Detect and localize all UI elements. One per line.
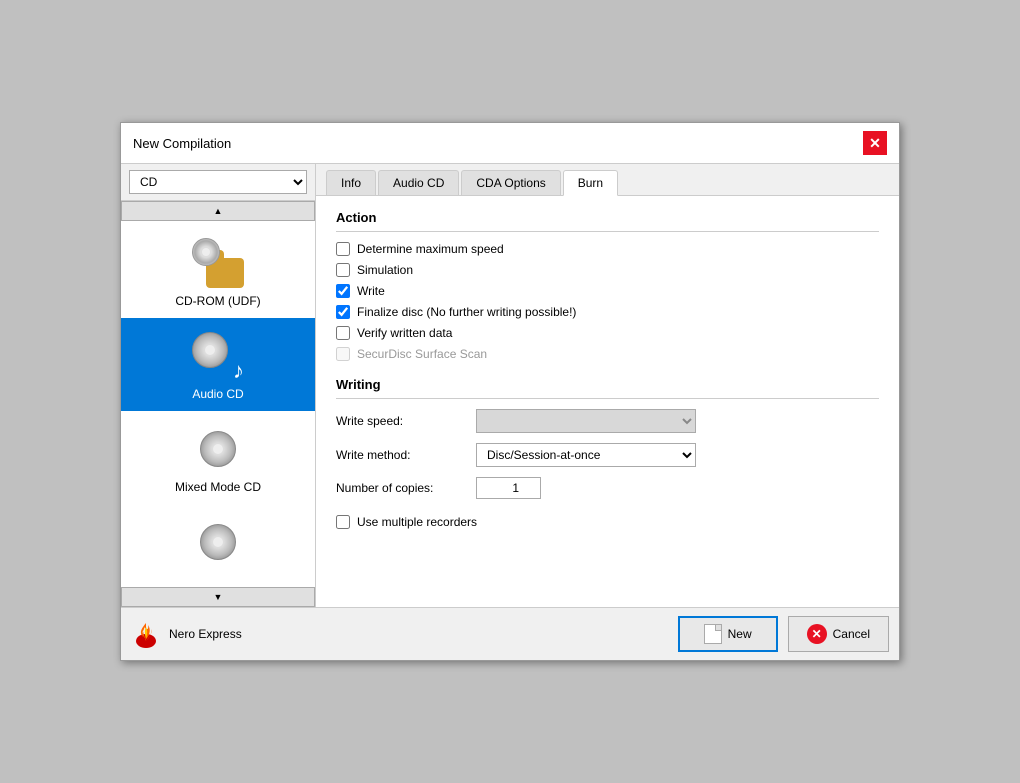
new-button[interactable]: New [678, 616, 778, 652]
close-button[interactable]: ✕ [863, 131, 887, 155]
write-method-select[interactable]: Disc/Session-at-once Track-at-once Packe… [476, 443, 696, 467]
scroll-up-button[interactable]: ▲ [121, 201, 315, 221]
verify-row: Verify written data [336, 326, 879, 340]
disc-shape [192, 238, 220, 266]
tab-burn[interactable]: Burn [563, 170, 618, 196]
audiocd-icon: ♪ [192, 330, 244, 382]
mixedcd-icon-area [188, 421, 248, 476]
write-checkbox[interactable] [336, 284, 350, 298]
write-row: Write [336, 284, 879, 298]
action-section-title: Action [336, 210, 879, 225]
multi-recorder-label[interactable]: Use multiple recorders [357, 515, 477, 529]
bottom-bar: Nero Express New ✕ Cancel [121, 607, 899, 660]
nero-express-label: Nero Express [169, 627, 242, 641]
multi-recorder-row: Use multiple recorders [336, 515, 879, 529]
cancel-x-icon: ✕ [807, 624, 827, 644]
nero-express-branding: Nero Express [131, 619, 242, 649]
list-item[interactable]: CD-ROM (UDF) [121, 225, 315, 318]
verify-label[interactable]: Verify written data [357, 326, 452, 340]
verify-checkbox[interactable] [336, 326, 350, 340]
securedisc-checkbox [336, 347, 350, 361]
new-doc-icon [704, 624, 722, 644]
list-item[interactable]: Mixed Mode CD [121, 411, 315, 504]
tab-audiocd[interactable]: Audio CD [378, 170, 459, 195]
dialog-title: New Compilation [133, 136, 231, 151]
securedisc-row: SecurDisc Surface Scan [336, 347, 879, 361]
compilation-types-list: CD-ROM (UDF) ♪ Audio CD [121, 221, 315, 587]
left-panel: CD DVD Blu-ray ▲ [121, 164, 316, 607]
copies-input[interactable] [476, 477, 541, 499]
mixedcd-label: Mixed Mode CD [175, 480, 261, 494]
write-speed-select[interactable] [476, 409, 696, 433]
extra-icon [200, 524, 236, 560]
disc-shape [192, 332, 228, 368]
list-item[interactable]: ♪ Audio CD [121, 318, 315, 411]
securedisc-label: SecurDisc Surface Scan [357, 347, 487, 361]
cancel-button[interactable]: ✕ Cancel [788, 616, 889, 652]
action-divider [336, 231, 879, 232]
dialog-body: CD DVD Blu-ray ▲ [121, 164, 899, 607]
title-bar: New Compilation ✕ [121, 123, 899, 164]
write-speed-row: Write speed: [336, 409, 879, 433]
finalize-checkbox[interactable] [336, 305, 350, 319]
copies-label: Number of copies: [336, 481, 476, 495]
write-method-label: Write method: [336, 448, 476, 462]
burn-tab-content: Action Determine maximum speed Simulatio… [316, 196, 899, 607]
new-compilation-dialog: New Compilation ✕ CD DVD Blu-ray ▲ [120, 122, 900, 661]
simulation-checkbox[interactable] [336, 263, 350, 277]
tabs-bar: Info Audio CD CDA Options Burn [316, 164, 899, 196]
audiocd-label: Audio CD [192, 387, 243, 401]
items-scroll-container: ▲ CD-ROM (UDF) [121, 201, 315, 607]
audiocd-icon-area: ♪ [188, 328, 248, 383]
max-speed-row: Determine maximum speed [336, 242, 879, 256]
copies-row: Number of copies: [336, 477, 879, 499]
writing-divider [336, 398, 879, 399]
writing-section: Writing Write speed: Write method: Disc/… [336, 377, 879, 499]
write-method-row: Write method: Disc/Session-at-once Track… [336, 443, 879, 467]
max-speed-checkbox[interactable] [336, 242, 350, 256]
music-note-icon: ♪ [233, 360, 244, 382]
finalize-label[interactable]: Finalize disc (No further writing possib… [357, 305, 576, 319]
selected-arrow-icon [252, 348, 262, 364]
scroll-down-button[interactable]: ▼ [121, 587, 315, 607]
tab-info[interactable]: Info [326, 170, 376, 195]
bottom-buttons: New ✕ Cancel [678, 616, 889, 652]
list-item[interactable] [121, 504, 315, 583]
multi-recorder-checkbox[interactable] [336, 515, 350, 529]
mixedcd-icon [200, 431, 236, 467]
nero-flame-icon [131, 619, 161, 649]
cdrom-label: CD-ROM (UDF) [175, 294, 260, 308]
right-panel: Info Audio CD CDA Options Burn Action [316, 164, 899, 607]
simulation-row: Simulation [336, 263, 879, 277]
finalize-row: Finalize disc (No further writing possib… [336, 305, 879, 319]
disc-type-dropdown[interactable]: CD DVD Blu-ray [129, 170, 307, 194]
disc-type-dropdown-container: CD DVD Blu-ray [121, 164, 315, 201]
simulation-label[interactable]: Simulation [357, 263, 413, 277]
write-label[interactable]: Write [357, 284, 385, 298]
extra-icon-area [188, 514, 248, 569]
cdrom-icon-area [188, 235, 248, 290]
cdrom-icon [192, 238, 244, 288]
max-speed-label[interactable]: Determine maximum speed [357, 242, 504, 256]
write-speed-label: Write speed: [336, 414, 476, 428]
tab-cdaoptions[interactable]: CDA Options [461, 170, 560, 195]
writing-section-title: Writing [336, 377, 879, 392]
